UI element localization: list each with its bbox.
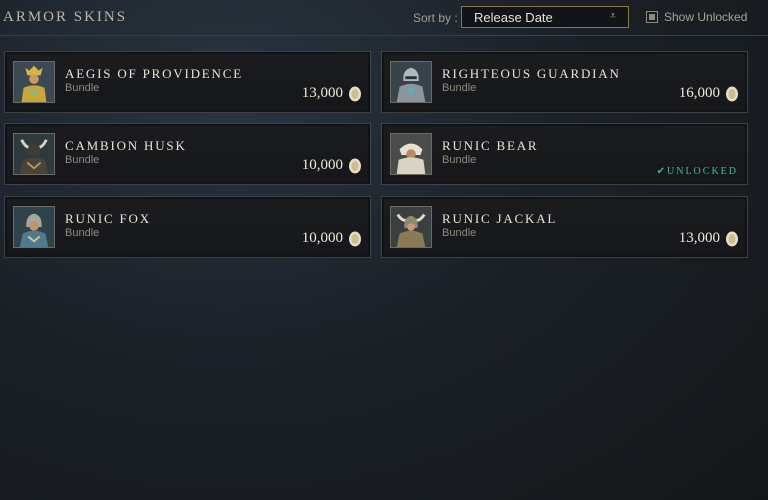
- skin-name: RIGHTEOUS GUARDIAN: [442, 66, 621, 81]
- fox-hood-icon: [13, 206, 55, 248]
- sort-label: Sort by :: [413, 11, 458, 25]
- skin-name: AEGIS OF PROVIDENCE: [65, 66, 243, 81]
- show-unlocked-toggle[interactable]: Show Unlocked: [646, 10, 747, 24]
- sort-dropdown[interactable]: Release Date ⩡: [461, 6, 629, 28]
- skin-type: Bundle: [442, 154, 477, 166]
- horned-helm-icon: [13, 133, 55, 175]
- bear-pelt-icon: [390, 133, 432, 175]
- show-unlocked-checkbox[interactable]: [646, 11, 658, 23]
- coin-icon: [726, 231, 738, 246]
- price: 13,000: [679, 230, 739, 247]
- skin-card[interactable]: RUNIC BEAR Bundle ✔UNLOCKED: [381, 123, 748, 185]
- skin-name: RUNIC FOX: [65, 211, 151, 226]
- skin-card[interactable]: RUNIC FOX Bundle 10,000: [4, 196, 371, 258]
- skin-name: RUNIC BEAR: [442, 138, 539, 153]
- price-value: 10,000: [301, 157, 343, 173]
- skin-card[interactable]: RIGHTEOUS GUARDIAN Bundle 16,000: [381, 51, 748, 113]
- golden-armor-icon: [13, 61, 55, 103]
- price: 10,000: [302, 157, 362, 174]
- steel-helm-icon: [390, 61, 432, 103]
- show-unlocked-label: Show Unlocked: [664, 10, 748, 24]
- price-value: 10,000: [301, 230, 343, 246]
- winged-helm-icon: [390, 206, 432, 248]
- coin-icon: [349, 158, 361, 173]
- skin-type: Bundle: [65, 227, 100, 239]
- price-value: 13,000: [678, 230, 720, 246]
- sort-selected-value: Release Date: [474, 9, 553, 25]
- skin-card[interactable]: CAMBION HUSK Bundle 10,000: [4, 123, 371, 185]
- coin-icon: [349, 231, 361, 246]
- coin-icon: [726, 86, 738, 101]
- price-value: 16,000: [678, 85, 720, 101]
- skin-type: Bundle: [65, 82, 100, 94]
- header-bar: ARMOR SKINS Sort by : Release Date ⩡ Sho…: [0, 0, 768, 36]
- chevron-down-icon: ⩡: [609, 10, 616, 22]
- skin-type: Bundle: [442, 227, 477, 239]
- skin-card[interactable]: AEGIS OF PROVIDENCE Bundle 13,000: [4, 51, 371, 113]
- skin-type: Bundle: [442, 82, 477, 94]
- skin-name: RUNIC JACKAL: [442, 211, 558, 226]
- skin-card[interactable]: RUNIC JACKAL Bundle 13,000: [381, 196, 748, 258]
- price: 10,000: [302, 230, 362, 247]
- skin-type: Bundle: [65, 154, 100, 166]
- price-value: 13,000: [301, 85, 343, 101]
- skin-name: CAMBION HUSK: [65, 138, 187, 153]
- unlocked-badge: ✔UNLOCKED: [656, 166, 738, 177]
- coin-icon: [349, 86, 361, 101]
- price: 13,000: [302, 85, 362, 102]
- page-title: ARMOR SKINS: [3, 9, 128, 25]
- price: 16,000: [679, 85, 739, 102]
